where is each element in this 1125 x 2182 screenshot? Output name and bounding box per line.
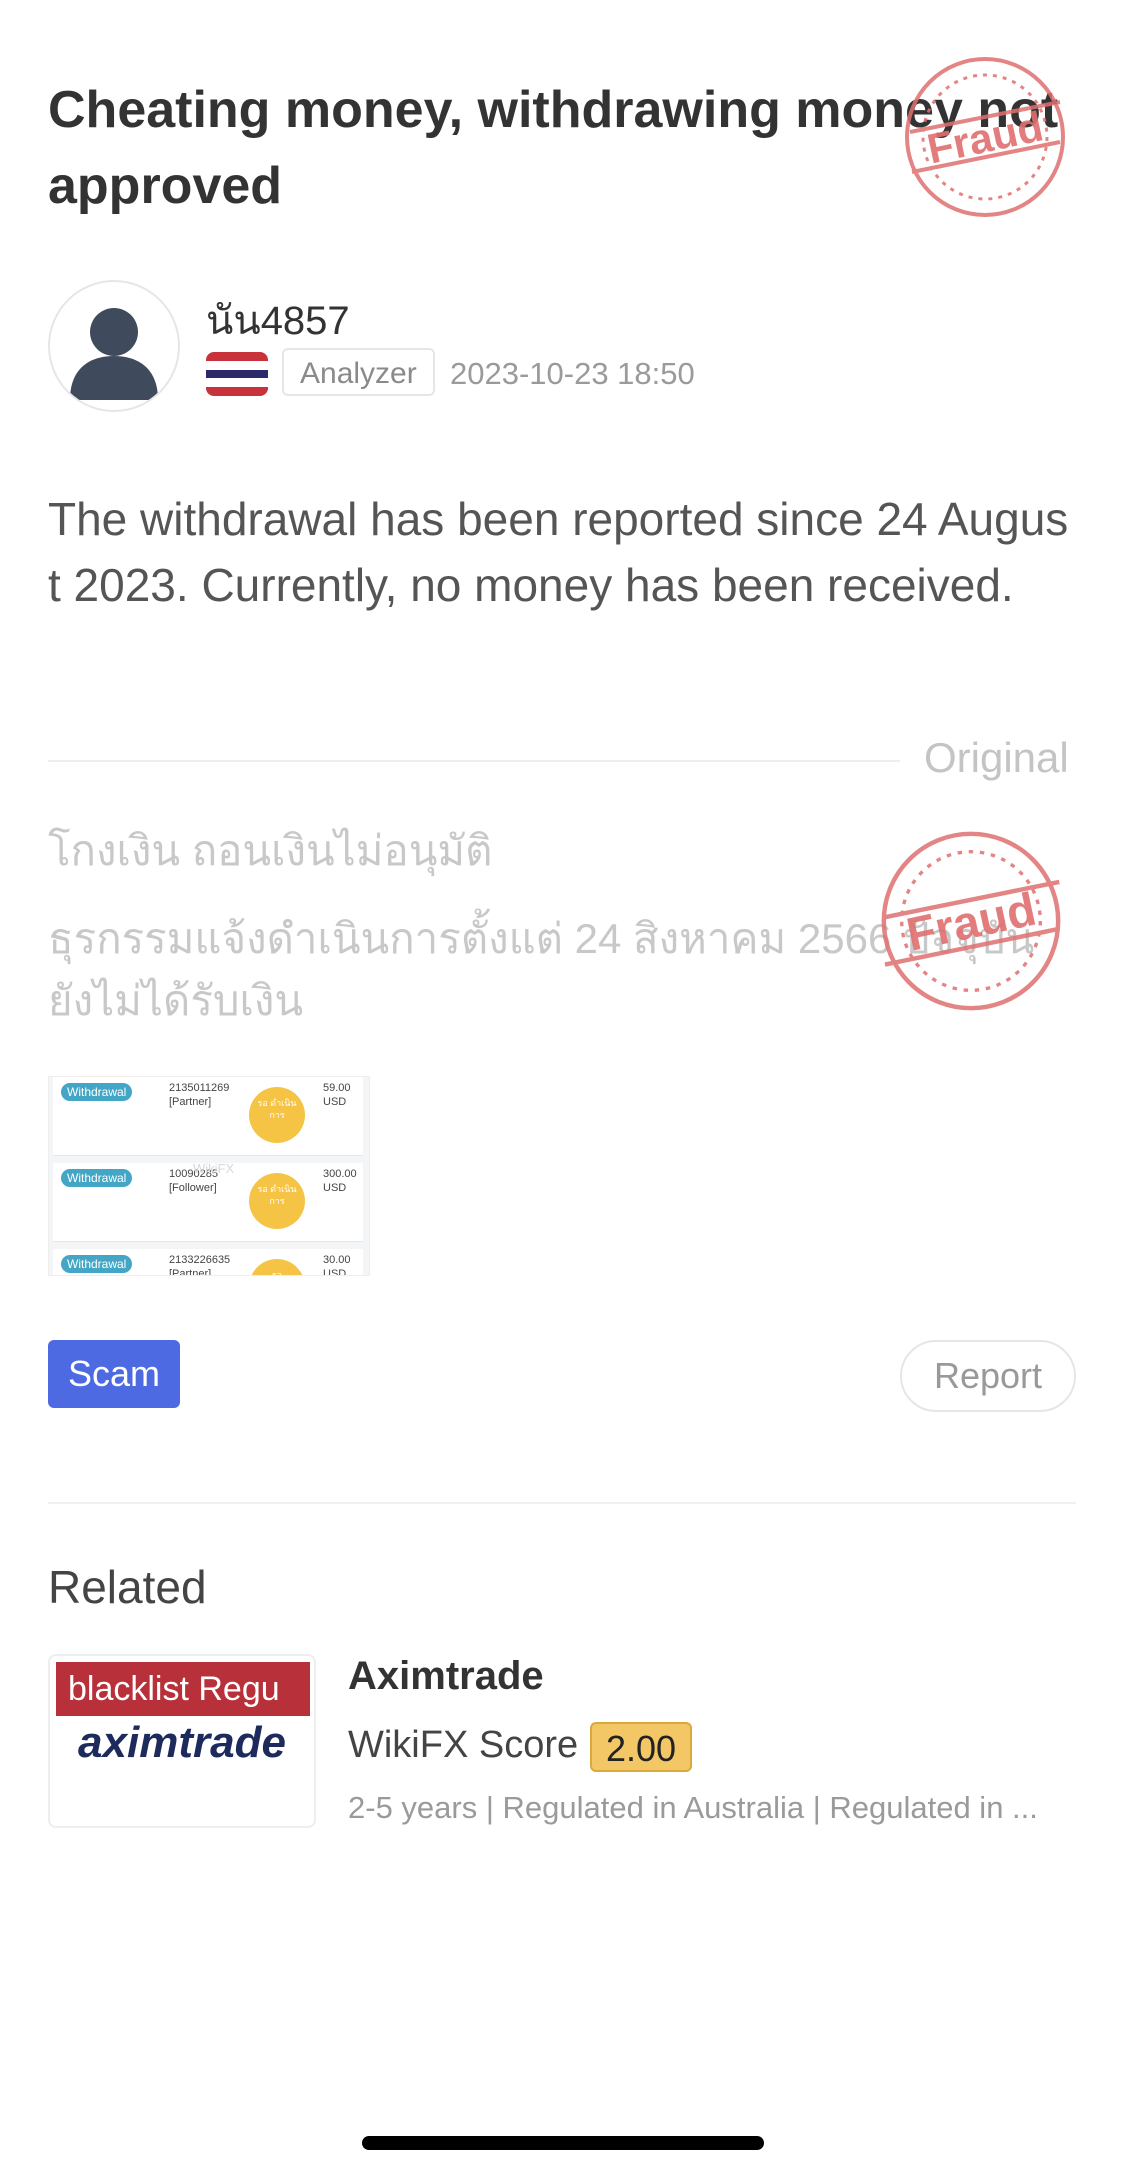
category-tag-scam[interactable]: Scam [48,1340,180,1408]
related-heading: Related [48,1561,207,1613]
author-username[interactable]: นัน4857 [206,288,350,352]
transaction-tag: Withdrawal [61,1255,133,1273]
transaction-id: 2135011269 [Partner] [169,1082,230,1108]
broker-logo-wordmark: aximtrade [78,1718,286,1767]
original-title: โกงเงิน ถอนเงินไม่อนุมัติ [48,827,493,874]
list-item: Withdrawal 2135011269 [Partner] รอ ดำเนิน… [53,1077,363,1156]
post-datetime: 2023-10-23 18:50 [450,356,695,391]
thailand-flag-icon [206,352,268,396]
transaction-amount: 300.00 USD [323,1168,357,1194]
transaction-tag: Withdrawal [61,1169,133,1187]
avatar[interactable] [48,280,180,412]
transaction-amount: 59.00 USD [323,1082,351,1108]
blacklist-banner: blacklist Regu [56,1662,310,1716]
attachment-thumbnail[interactable]: Withdrawal 2135011269 [Partner] รอ ดำเนิน… [48,1076,370,1276]
author-role-badge: Analyzer [282,348,435,396]
broker-name[interactable]: Aximtrade [348,1654,544,1699]
watermark-text: WikiFX [193,1161,235,1176]
transaction-status: รอ [249,1259,305,1275]
original-label[interactable]: Original [924,734,1069,782]
report-button[interactable]: Report [900,1340,1076,1412]
fraud-stamp-icon: Fraud [900,52,1070,222]
home-indicator[interactable] [362,2136,764,2150]
transaction-status: รอ ดำเนิน การ [249,1173,305,1229]
transaction-amount: 30.00 USD [323,1254,351,1276]
stamp-text: Fraud [923,102,1047,172]
original-divider [48,760,900,762]
list-item: Withdrawal 10090285 [Follower] รอ ดำเนิน … [53,1161,363,1242]
list-item: Withdrawal 2133226635 [Partner] รอ 30.00 U… [53,1249,363,1276]
user-silhouette-icon [70,308,158,400]
transaction-tag: Withdrawal [61,1083,133,1101]
post-body: The withdrawal has been reported since 2… [48,493,1069,611]
transaction-status: รอ ดำเนิน การ [249,1087,305,1143]
section-divider [48,1502,1076,1504]
transaction-id: 2133226635 [Partner] [169,1254,231,1276]
score-badge: 2.00 [590,1722,693,1772]
fraud-stamp-icon: Fraud [876,826,1066,1016]
wikifx-score-label: WikiFX Score [348,1724,579,1766]
broker-logo[interactable]: blacklist Regu aximtrade [48,1654,316,1828]
broker-description: 2-5 years | Regulated in Australia | Reg… [348,1790,1038,1825]
